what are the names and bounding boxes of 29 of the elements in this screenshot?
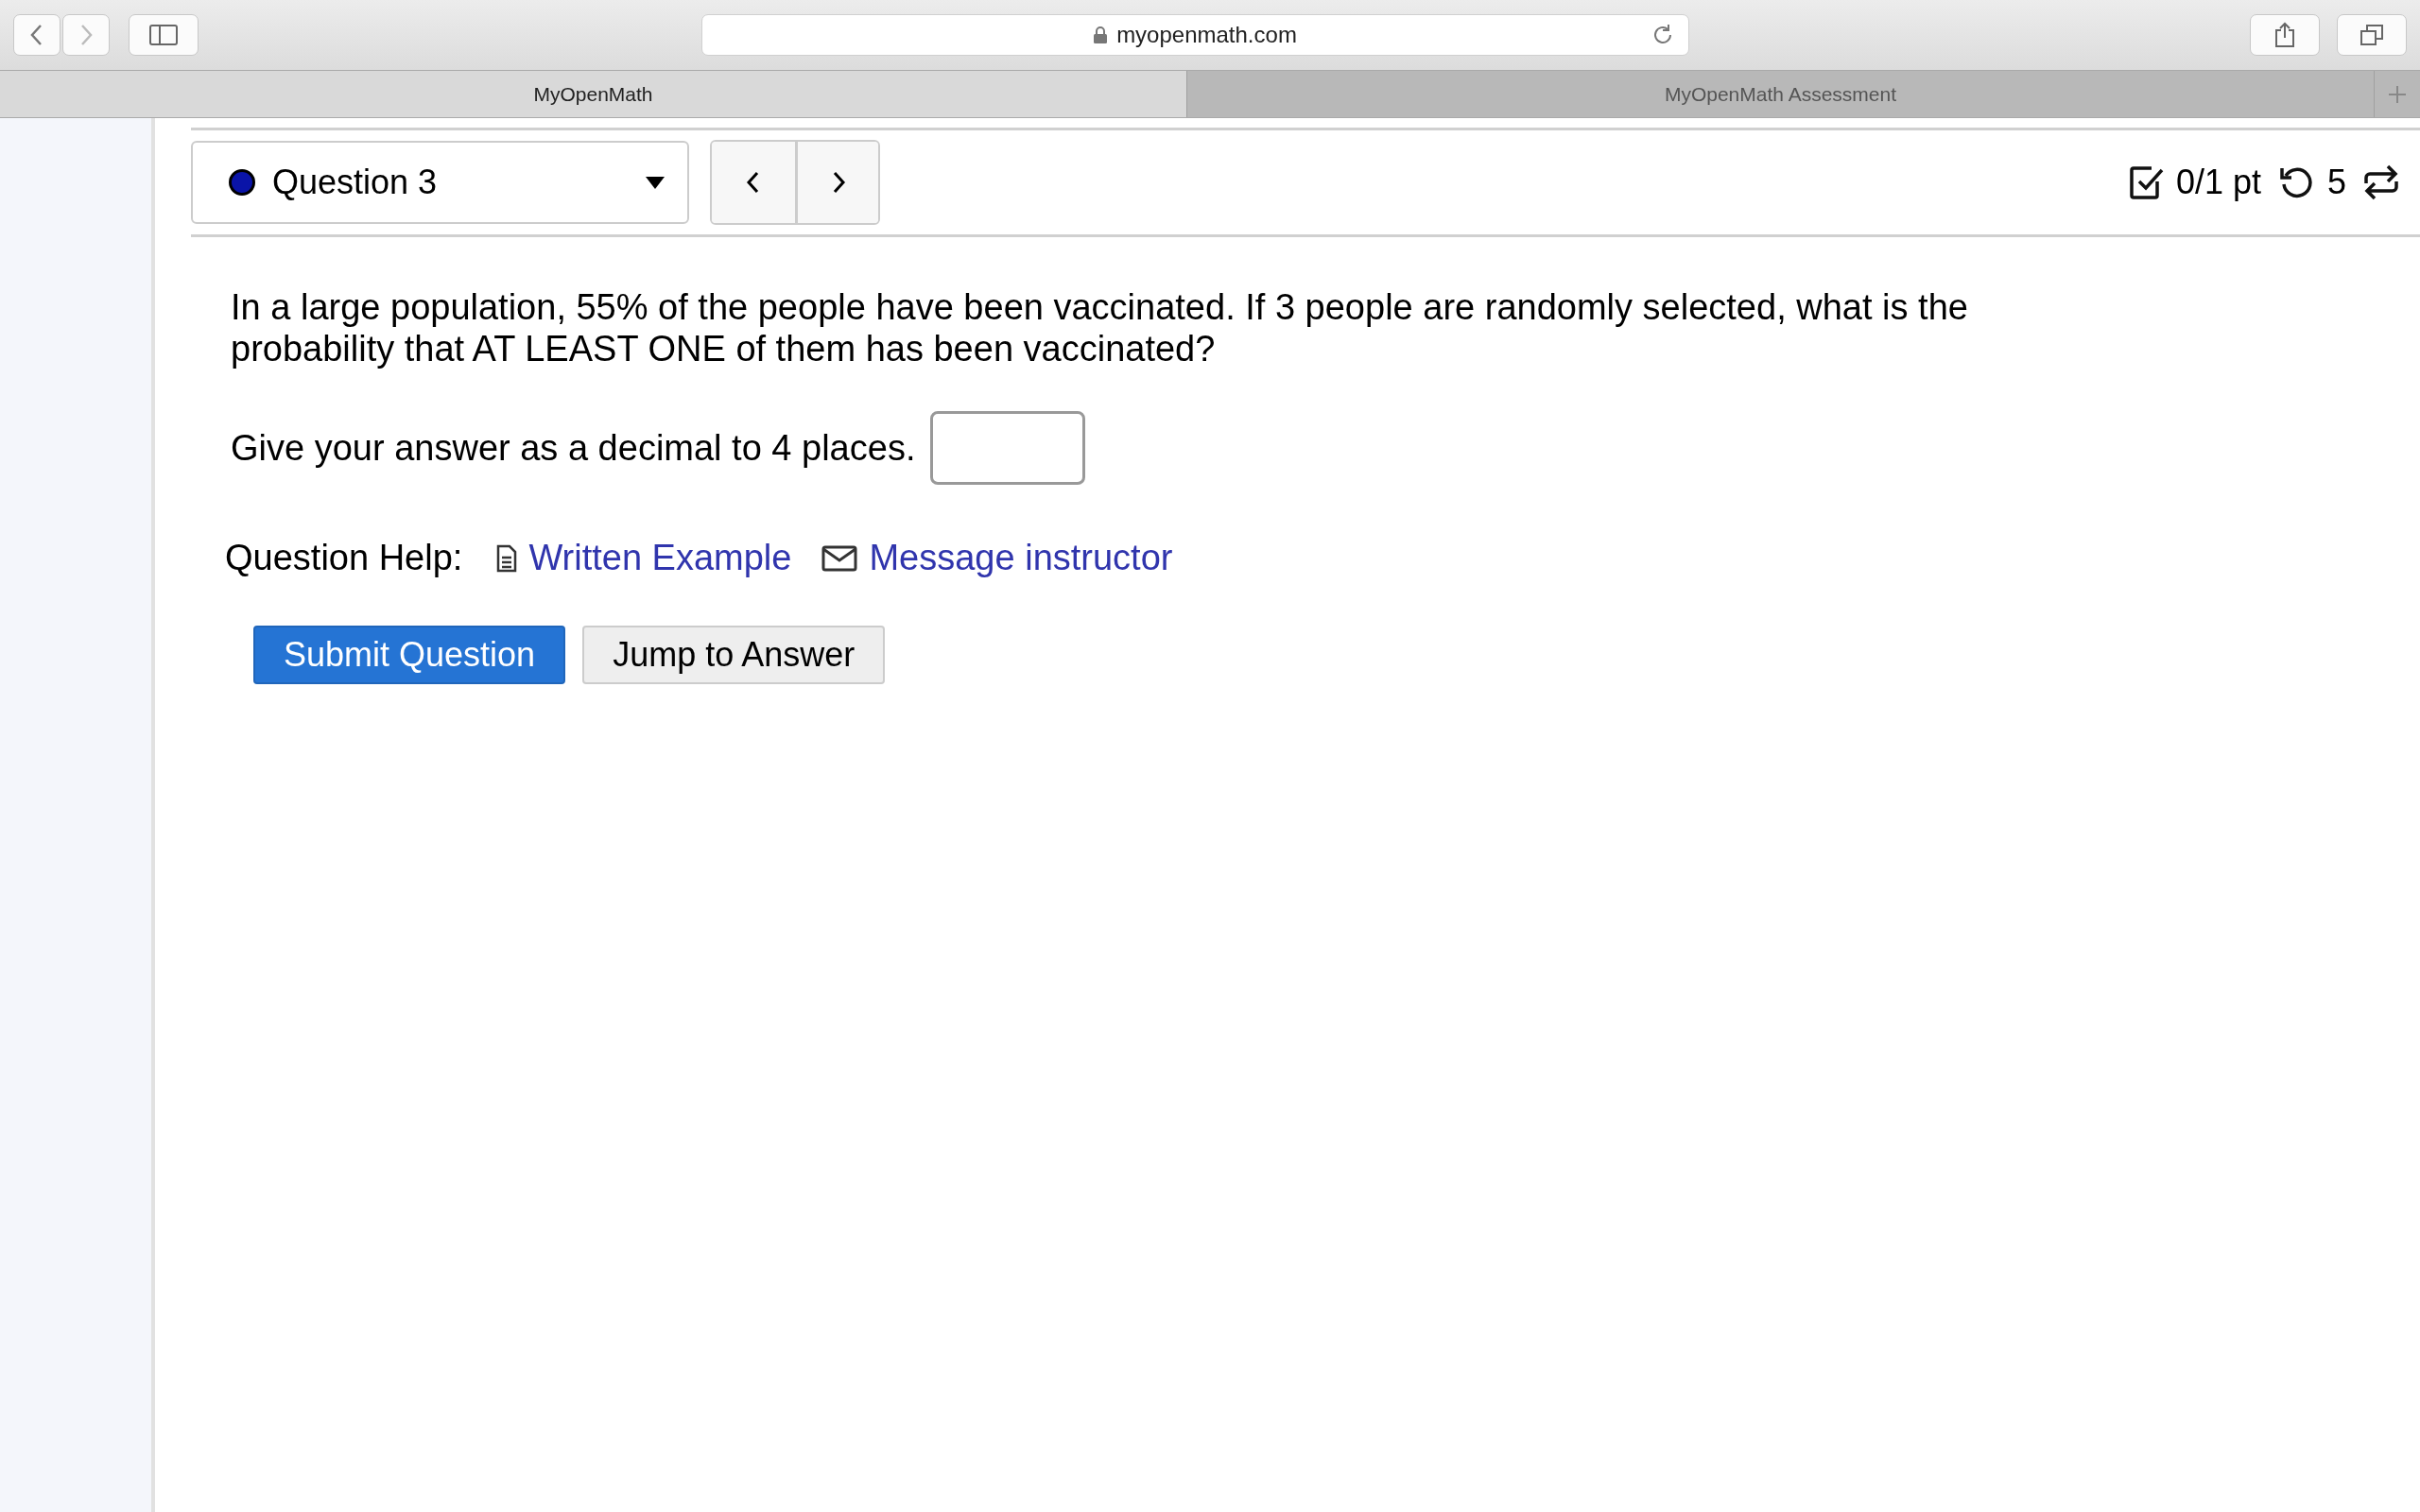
- tabs-button[interactable]: [2337, 14, 2407, 56]
- question-text: In a large population, 55% of the people have been vaccinated. If 3 people are randomly selected, what is the probability that AT LEAST ONE of them has been vaccinated?: [231, 286, 1969, 369]
- share-icon: [2274, 22, 2295, 48]
- url-text: myopenmath.com: [1116, 22, 1297, 48]
- document-icon: [496, 543, 518, 573]
- caret-icon: [646, 176, 665, 189]
- address-bar[interactable]: myopenmath.com: [701, 14, 1689, 56]
- help-link[interactable]: Written Example: [528, 538, 792, 578]
- help-link[interactable]: Message instructor: [869, 538, 1173, 578]
- mail-icon: [821, 544, 858, 572]
- lock-icon: [1094, 26, 1108, 43]
- answer-prompt: Give your answer as a decimal to 4 places.: [231, 427, 916, 469]
- checkbox-icon: [2128, 164, 2165, 200]
- sidebar-icon: [149, 25, 178, 45]
- answer-field[interactable]: [930, 411, 1086, 485]
- plus-icon: [2388, 84, 2407, 104]
- help-label: Question Help:: [225, 538, 463, 578]
- sidebar-button[interactable]: [129, 14, 199, 56]
- jump-button[interactable]: Jump to Answer: [582, 626, 886, 684]
- back-button[interactable]: [13, 14, 60, 56]
- retries-count: 5: [2326, 163, 2346, 202]
- browser-tab[interactable]: MyOpenMath: [0, 71, 1187, 117]
- share-button[interactable]: [2250, 14, 2320, 56]
- points-text: 0/1 pt: [2175, 163, 2261, 202]
- question-dropdown[interactable]: Question 3: [191, 141, 689, 224]
- submit-button[interactable]: Submit Question: [253, 626, 566, 684]
- repeat-icon: [2363, 163, 2399, 202]
- chevron-left-icon: [746, 170, 761, 195]
- tabs-icon: [2360, 24, 2384, 46]
